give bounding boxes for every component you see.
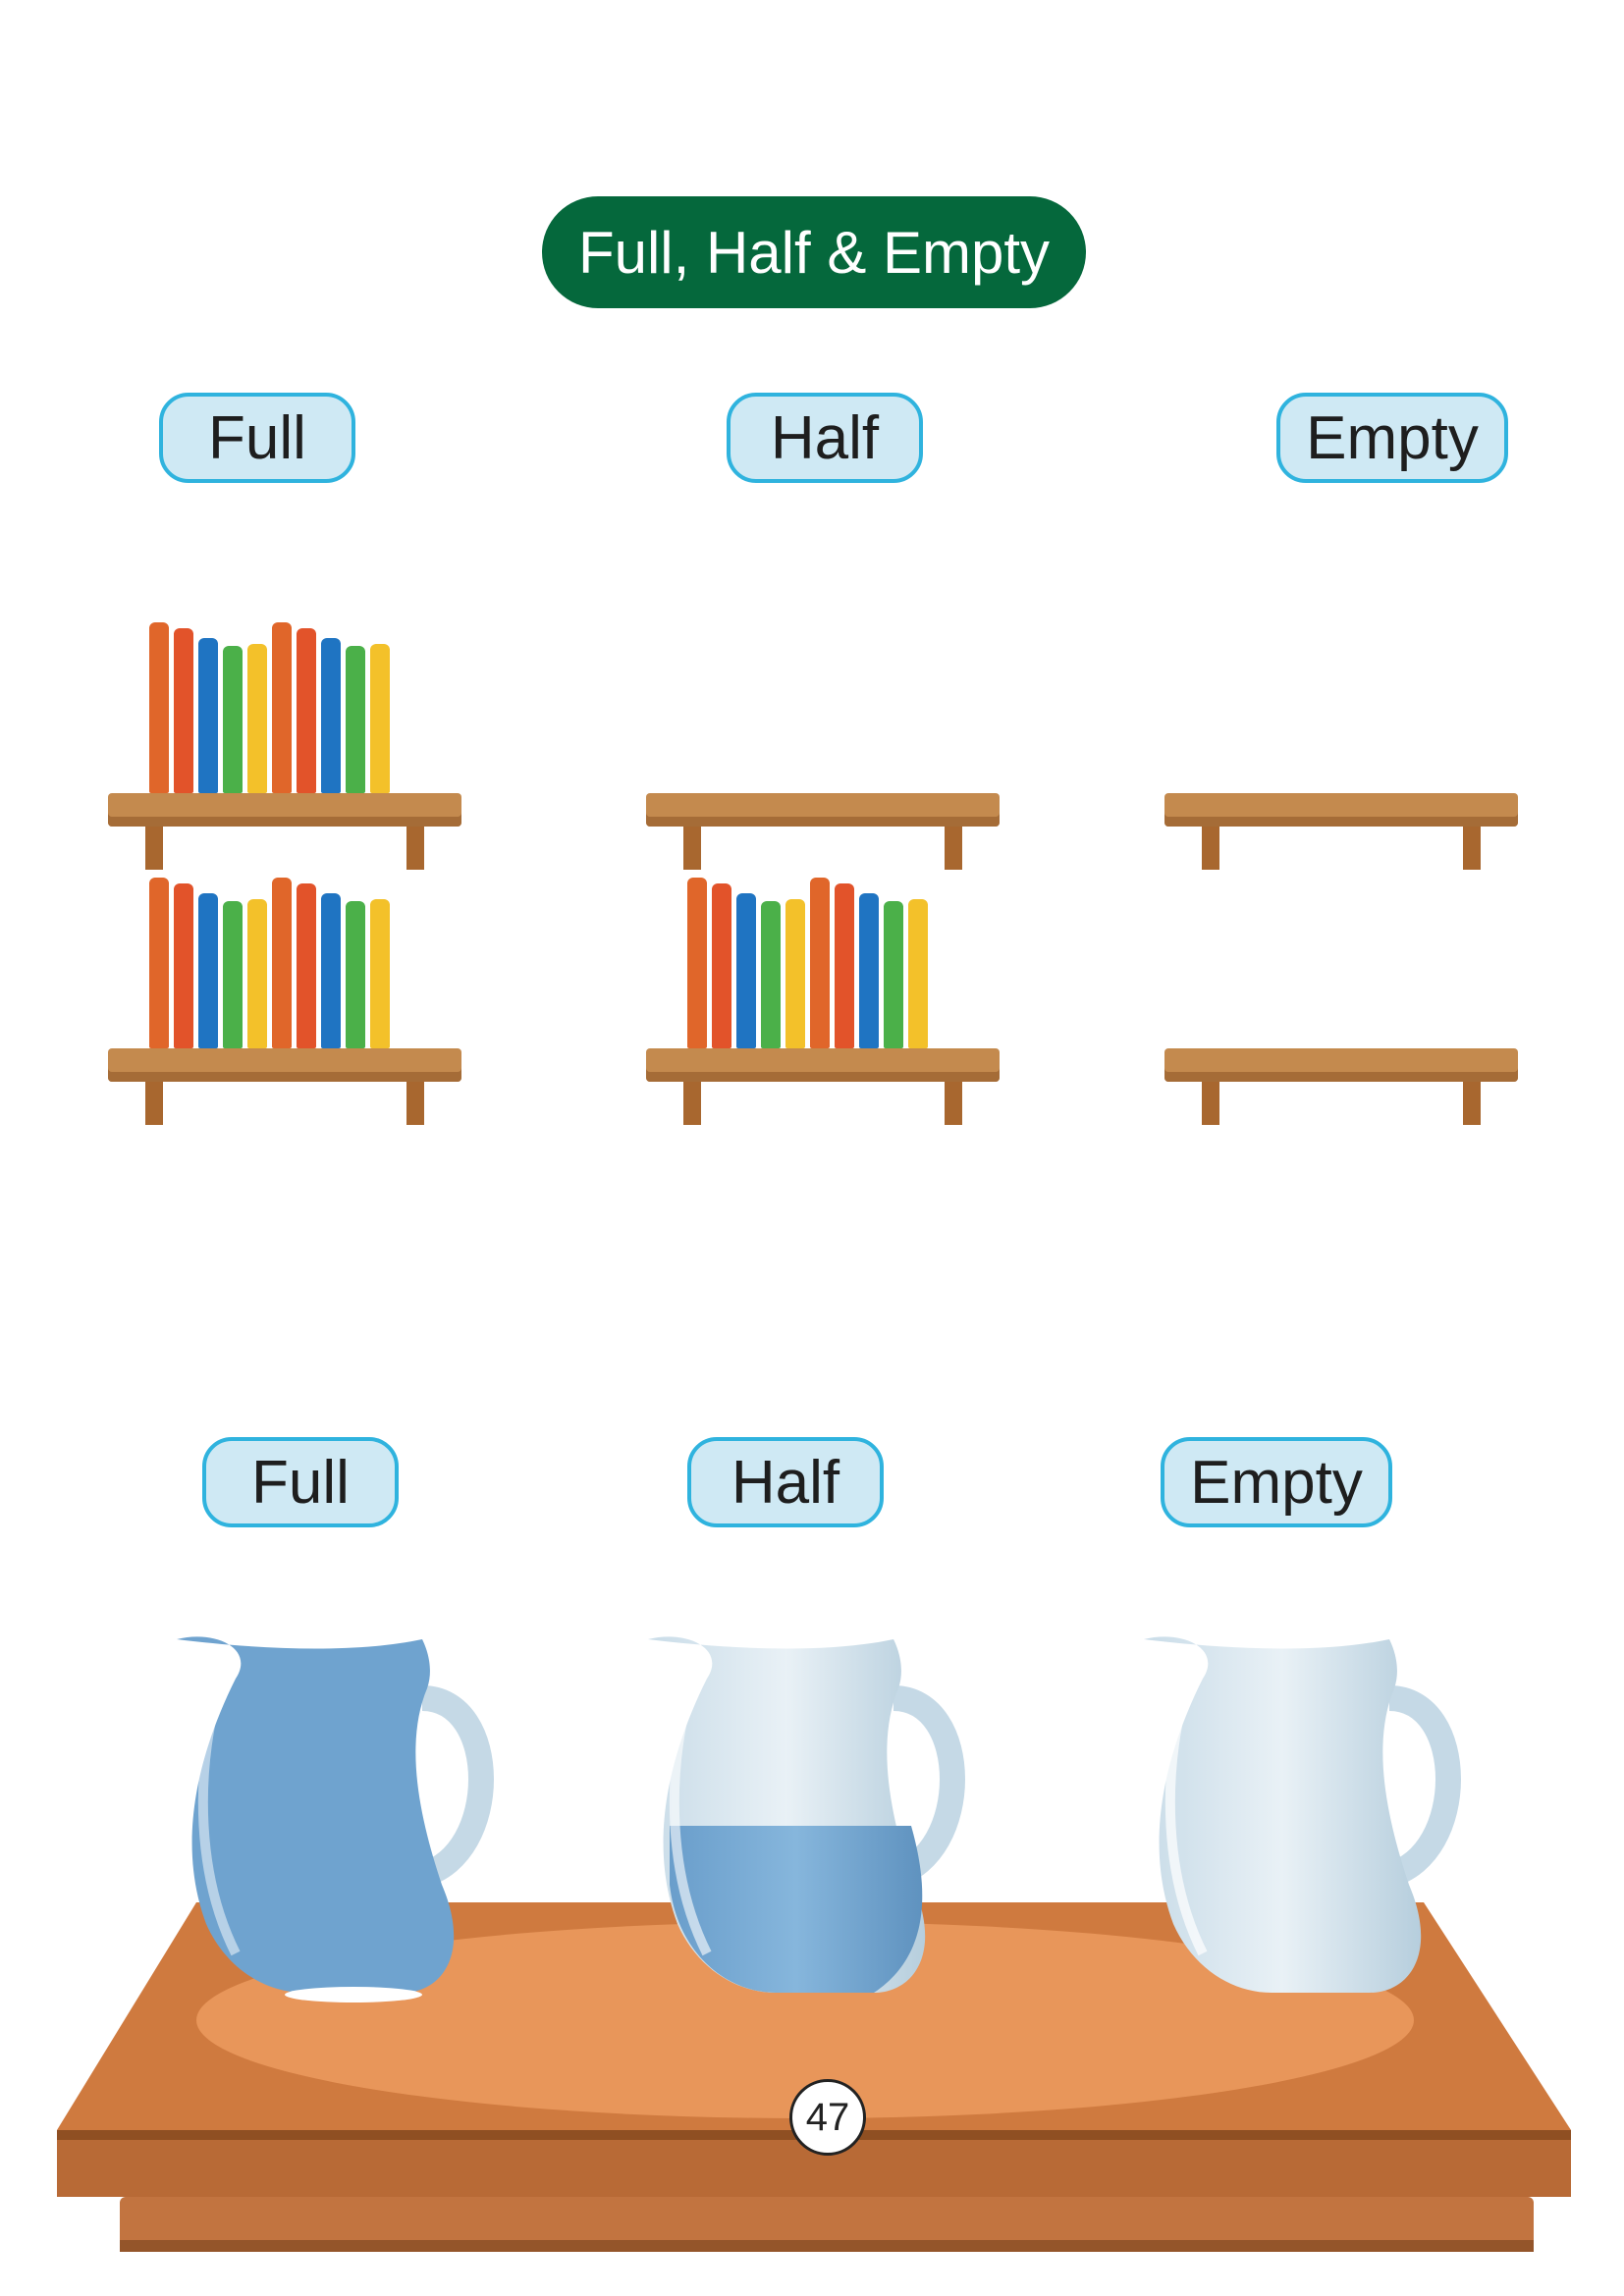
table-and-jugs-illustration [57,1636,1571,2252]
page-number: 47 [789,2079,866,2156]
jug-empty [1144,1636,1461,1993]
jug-full [177,1636,494,2002]
jug-half [648,1636,965,1993]
